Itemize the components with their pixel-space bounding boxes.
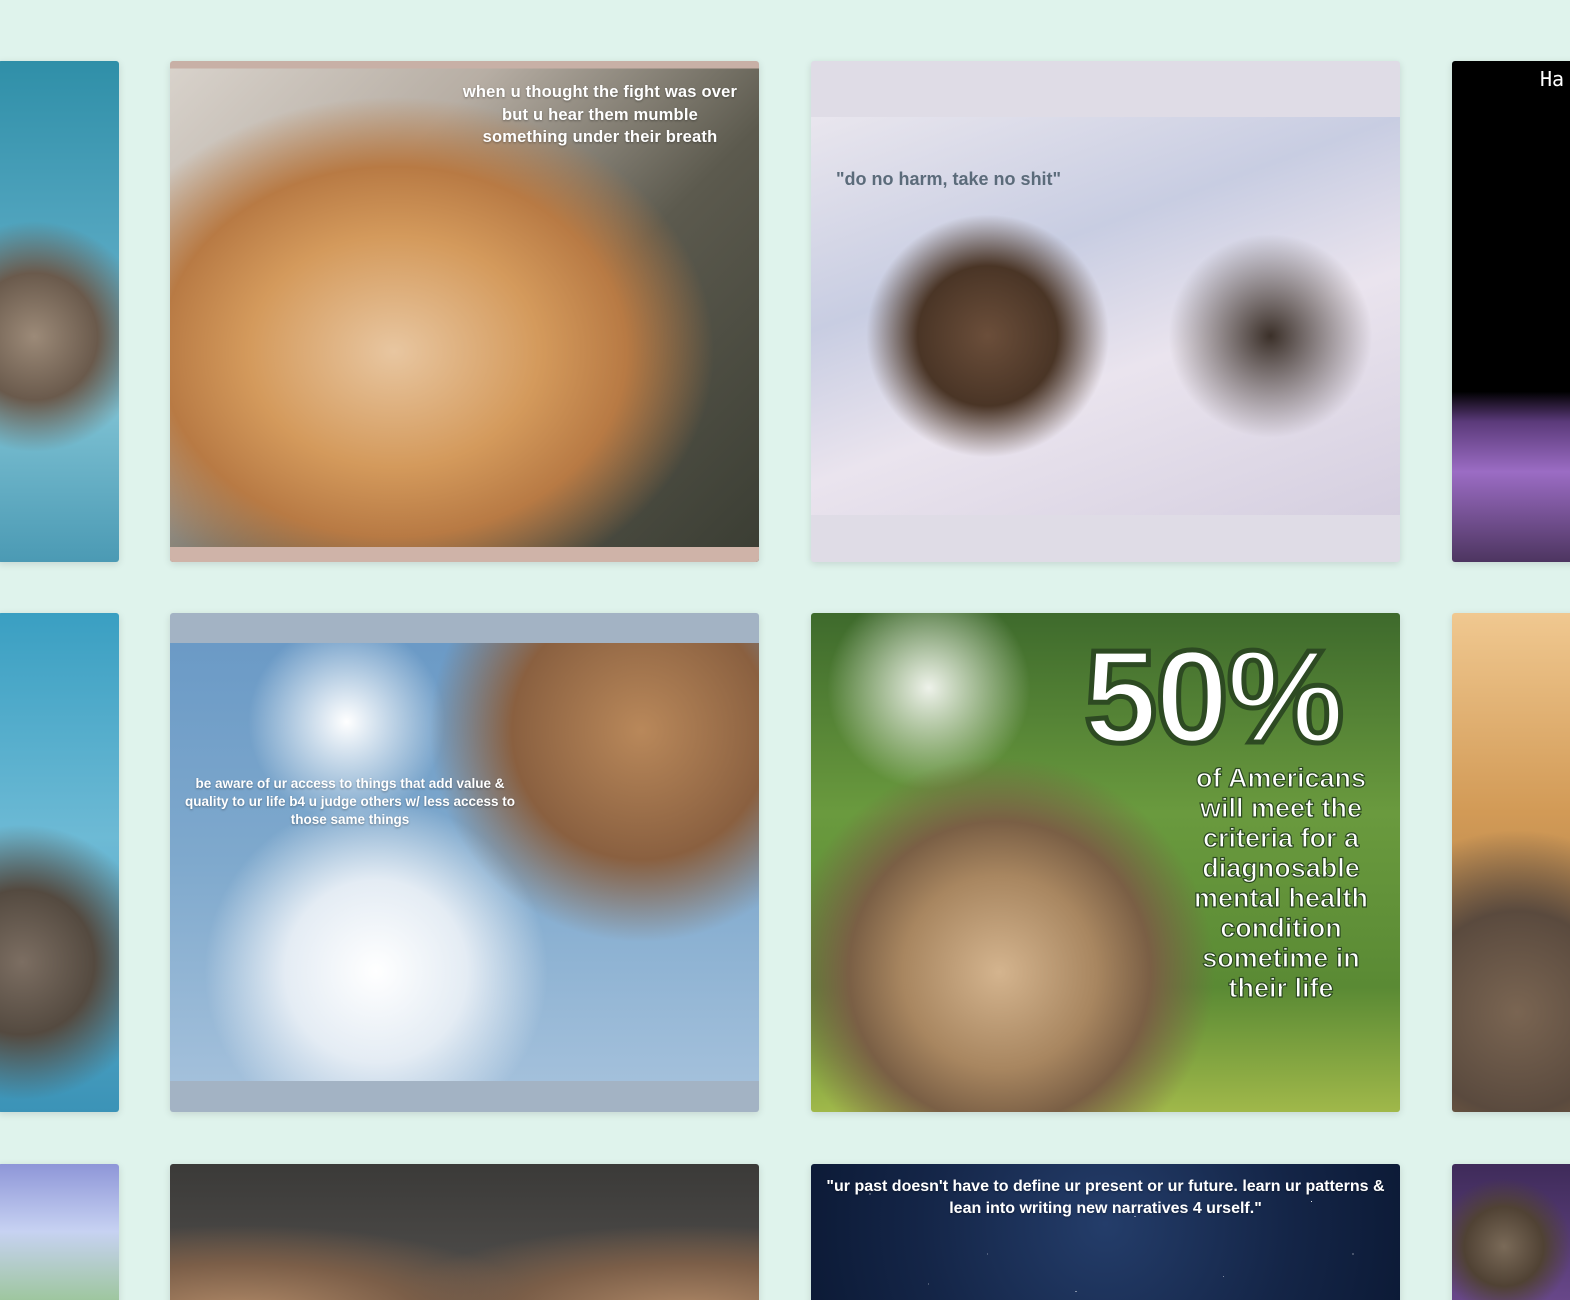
gallery-tile-colorful-left[interactable] <box>0 1164 119 1300</box>
tile-bottom-border <box>170 547 759 562</box>
gallery-tile-two-cats[interactable] <box>170 1164 759 1300</box>
gallery-tile-cat-blanket[interactable]: "do no harm, take no shit" <box>811 61 1400 562</box>
gallery-tile-galaxy-cat[interactable]: Ha <box>1452 61 1570 562</box>
gallery-tile-starry-quote[interactable]: "ur past doesn't have to define ur prese… <box>811 1164 1400 1300</box>
tile-caption: when u thought the fight was over but u … <box>462 83 738 146</box>
tile-caption: of Americans will meet the criteria for … <box>1193 762 1369 1003</box>
gallery-tile-cat-blue-left[interactable] <box>0 613 119 1112</box>
gallery-tile-cat-warm-right[interactable] <box>1452 613 1570 1112</box>
tile-caption: "ur past doesn't have to define ur prese… <box>826 1178 1385 1217</box>
tile-caption: be aware of ur access to things that add… <box>184 776 516 827</box>
tile-caption: Ha <box>1540 67 1565 91</box>
tile-image <box>170 643 759 1081</box>
gallery-tile-statistic-cat[interactable]: 50% of Americans will meet the criteria … <box>811 613 1400 1112</box>
tile-headline: 50% <box>1081 623 1346 770</box>
gallery-tile-cat-purple-right[interactable] <box>1452 1164 1570 1300</box>
gallery-tile-cat-sky-left[interactable] <box>0 61 119 562</box>
gallery-tile-blurry-cat[interactable]: when u thought the fight was over but u … <box>170 61 759 562</box>
gallery-tile-cat-clouds[interactable]: be aware of ur access to things that add… <box>170 613 759 1112</box>
tile-caption: "do no harm, take no shit" <box>836 169 1062 189</box>
image-gallery-grid: when u thought the fight was over but u … <box>0 0 1570 1300</box>
